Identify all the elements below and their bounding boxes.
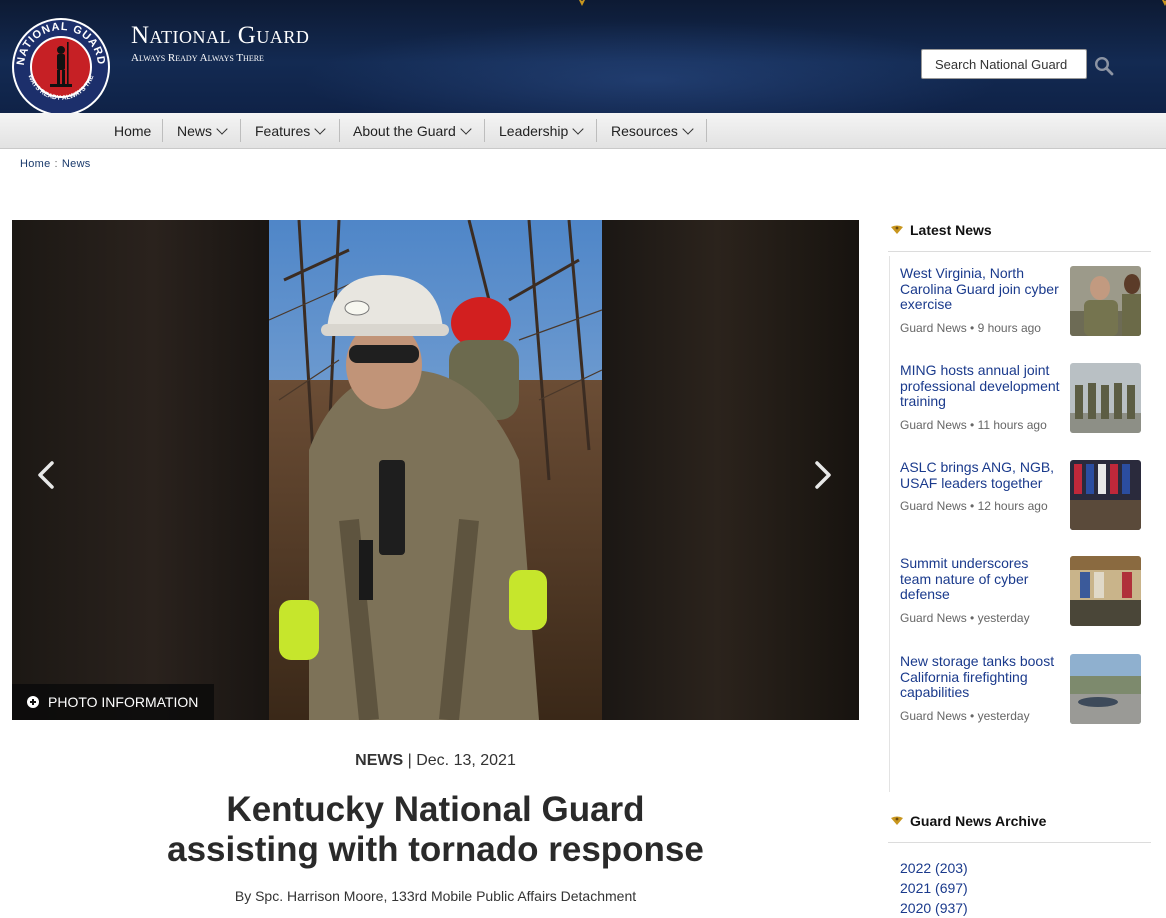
nav-item-about[interactable]: About the Guard xyxy=(353,113,472,148)
chevron-down-icon xyxy=(682,122,694,135)
nav-item-resources[interactable]: Resources xyxy=(611,113,694,148)
nav-label: Home xyxy=(114,122,152,139)
archive-title: Guard News Archive xyxy=(910,813,1047,829)
article-meta: NEWS | Dec. 13, 2021 xyxy=(12,752,859,770)
breadcrumb-separator: : xyxy=(54,158,58,170)
nav-label: Features xyxy=(255,122,311,139)
article-byline: By Spc. Harrison Moore, 133rd Mobile Pub… xyxy=(234,888,637,904)
news-thumbnail[interactable] xyxy=(1070,266,1141,336)
photo-carousel: PHOTO INFORMATION xyxy=(12,220,859,720)
nav-item-home[interactable]: Home xyxy=(114,113,151,148)
eagle-bullet-icon xyxy=(891,816,903,825)
nav-label: Resources xyxy=(611,122,678,139)
site-tagline: Always Ready Always There xyxy=(131,52,264,64)
archive-link-2022[interactable]: 2022 (203) xyxy=(900,858,968,878)
archive-heading: Guard News Archive xyxy=(890,813,1046,829)
nav-item-news[interactable]: News xyxy=(177,113,228,148)
fleur-ornament-icon xyxy=(579,0,585,6)
chevron-down-icon xyxy=(314,122,326,135)
site-title[interactable]: National Guard xyxy=(131,22,309,50)
news-item-title[interactable]: ASLC brings ANG, NGB, USAF leaders toget… xyxy=(900,459,1060,491)
breadcrumb-home[interactable]: Home xyxy=(20,158,51,170)
photo-information-label: PHOTO INFORMATION xyxy=(48,694,199,710)
nav-divider xyxy=(484,119,485,142)
latest-news-heading: Latest News xyxy=(890,222,992,238)
sidebar-divider xyxy=(888,842,1151,843)
meta-separator: | xyxy=(407,752,417,769)
photo-information-button[interactable]: PHOTO INFORMATION xyxy=(12,684,214,720)
nav-label: About the Guard xyxy=(353,122,456,139)
chevron-right-icon[interactable] xyxy=(811,460,835,490)
latest-news-title: Latest News xyxy=(910,222,992,238)
site-header: NATIONAL GUARD ALWAYS READY ALWAYS THERE… xyxy=(0,0,1166,113)
news-thumbnail[interactable] xyxy=(1070,654,1141,724)
nav-divider xyxy=(706,119,707,142)
main-nav: Home News Features About the Guard Leade… xyxy=(0,113,1166,149)
news-thumbnail[interactable] xyxy=(1070,363,1141,433)
national-guard-logo[interactable]: NATIONAL GUARD ALWAYS READY ALWAYS THERE xyxy=(10,16,112,113)
eagle-bullet-icon xyxy=(891,225,903,234)
breadcrumb: Home: News xyxy=(20,158,91,170)
search-input[interactable]: Search National Guard xyxy=(921,49,1087,79)
article-date: Dec. 13, 2021 xyxy=(416,752,516,769)
sidebar-divider xyxy=(888,251,1151,252)
header-glow xyxy=(300,20,1000,113)
chevron-down-icon xyxy=(572,122,584,135)
news-item[interactable]: West Virginia, North Carolina Guard join… xyxy=(900,265,1145,336)
nav-divider xyxy=(162,119,163,142)
news-item[interactable]: ASLC brings ANG, NGB, USAF leaders toget… xyxy=(900,459,1145,530)
nav-item-leadership[interactable]: Leadership xyxy=(499,113,584,148)
search-icon[interactable] xyxy=(1094,56,1114,76)
news-item-title[interactable]: MING hosts annual joint professional dev… xyxy=(900,362,1060,410)
nav-label: Leadership xyxy=(499,122,569,139)
chevron-down-icon xyxy=(216,122,228,135)
brand[interactable]: National Guard Always Ready Always There xyxy=(131,22,309,64)
nav-divider xyxy=(240,119,241,142)
archive-link-2020[interactable]: 2020 (937) xyxy=(900,898,968,918)
article-category[interactable]: NEWS xyxy=(355,752,403,769)
nav-item-features[interactable]: Features xyxy=(255,113,326,148)
article-headline: Kentucky National Guard assisting with t… xyxy=(12,790,859,870)
news-item[interactable]: MING hosts annual joint professional dev… xyxy=(900,362,1145,433)
news-item-title[interactable]: New storage tanks boost California firef… xyxy=(900,653,1060,701)
headline-line: assisting with tornado response xyxy=(167,830,704,869)
nav-divider xyxy=(339,119,340,142)
headline-line: Kentucky National Guard xyxy=(226,790,645,829)
news-item[interactable]: New storage tanks boost California firef… xyxy=(900,653,1145,724)
hero-photo xyxy=(269,220,602,720)
chevron-down-icon xyxy=(460,122,472,135)
archive-link-2021[interactable]: 2021 (697) xyxy=(900,878,968,898)
news-thumbnail[interactable] xyxy=(1070,556,1141,626)
archive-list: 2022 (203) 2021 (697) 2020 (937) xyxy=(900,858,968,918)
nav-label: News xyxy=(177,122,213,139)
nav-divider xyxy=(596,119,597,142)
news-item-title[interactable]: West Virginia, North Carolina Guard join… xyxy=(900,265,1060,313)
news-thumbnail[interactable] xyxy=(1070,460,1141,530)
news-item[interactable]: Summit underscores team nature of cyber … xyxy=(900,555,1145,626)
fleur-ornament-icon xyxy=(1162,0,1166,6)
breadcrumb-news[interactable]: News xyxy=(62,158,91,170)
plus-circle-icon xyxy=(27,696,39,708)
chevron-left-icon[interactable] xyxy=(34,460,58,490)
news-item-title[interactable]: Summit underscores team nature of cyber … xyxy=(900,555,1060,603)
